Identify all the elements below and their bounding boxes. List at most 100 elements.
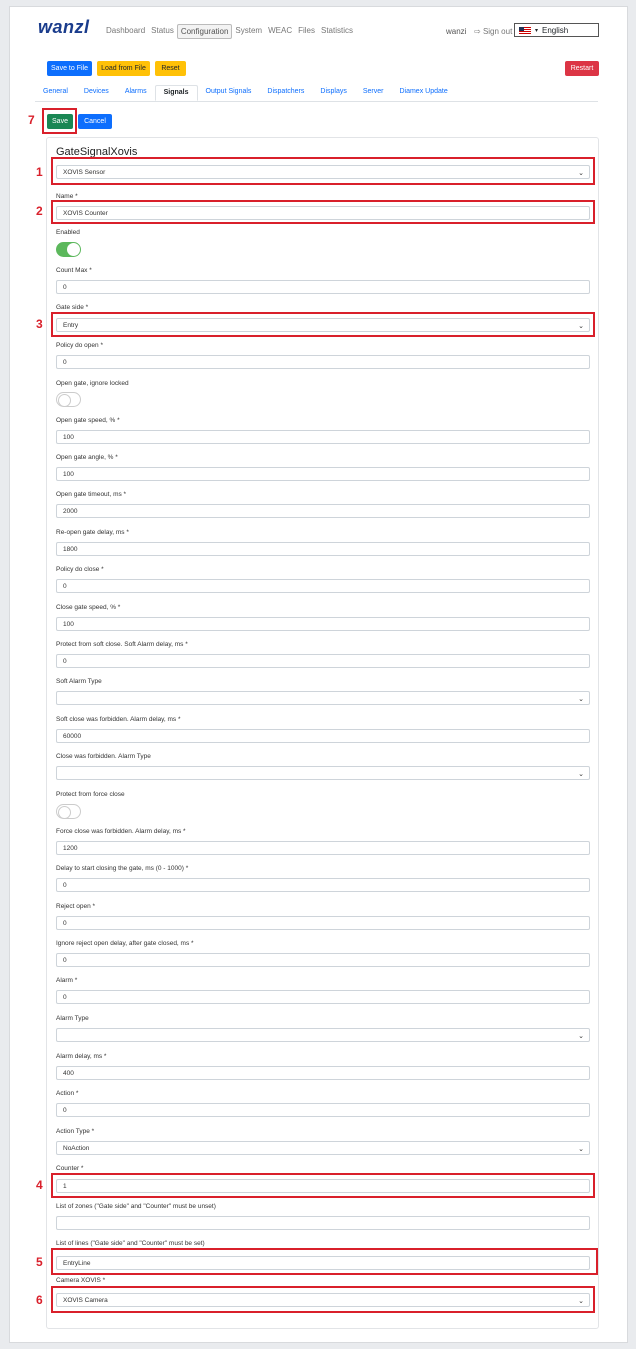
nav-files[interactable]: Files (295, 24, 318, 39)
enabled-toggle[interactable] (56, 242, 81, 257)
open-timeout-value: 2000 (63, 507, 78, 515)
language-select[interactable]: ▾ English (514, 23, 599, 37)
camera-label: Camera XOVIS * (56, 1277, 106, 1284)
gate-side-label: Gate side * (56, 304, 89, 311)
restart-button[interactable]: Restart (565, 61, 599, 76)
reset-button[interactable]: Reset (155, 61, 186, 76)
caret-down-icon: ▾ (535, 27, 539, 34)
nav-dashboard[interactable]: Dashboard (103, 24, 148, 39)
alarm-type-select[interactable]: ⌄ (56, 1028, 590, 1042)
open-angle-label: Open gate angle, % * (56, 454, 118, 461)
lines-label: List of lines ("Gate side" and "Counter"… (56, 1240, 205, 1247)
annotation-6: 6 (36, 1293, 43, 1307)
action-label: Action * (56, 1090, 79, 1097)
soft-close-delay-value: 0 (63, 657, 67, 665)
tab-general[interactable]: General (35, 85, 76, 101)
start-close-delay-input[interactable]: 0 (56, 878, 590, 892)
highlight-box-3 (51, 312, 595, 337)
count-max-input[interactable]: 0 (56, 280, 590, 294)
open-timeout-input[interactable]: 2000 (56, 504, 590, 518)
alarm-value: 0 (63, 993, 67, 1001)
annotation-1: 1 (36, 165, 43, 179)
open-timeout-label: Open gate timeout, ms * (56, 491, 127, 498)
soft-close-delay-input[interactable]: 0 (56, 654, 590, 668)
main-nav: Dashboard Status Configuration System WE… (103, 24, 356, 39)
tab-output-signals[interactable]: Output Signals (198, 85, 260, 101)
soft-forbidden-delay-value: 60000 (63, 732, 82, 740)
action-type-value: NoAction (63, 1144, 90, 1152)
ignore-reject-delay-input[interactable]: 0 (56, 953, 590, 967)
open-angle-value: 100 (63, 470, 74, 478)
ignore-locked-toggle[interactable] (56, 392, 81, 407)
close-forbidden-type-select[interactable]: ⌄ (56, 766, 590, 780)
action-type-select[interactable]: NoAction ⌄ (56, 1141, 590, 1155)
language-label: English (542, 25, 569, 35)
force-close-toggle[interactable] (56, 804, 81, 819)
policy-close-label: Policy do close * (56, 566, 104, 573)
tab-displays[interactable]: Displays (312, 85, 354, 101)
reject-open-value: 0 (63, 919, 67, 927)
action-value: 0 (63, 1106, 67, 1114)
policy-close-input[interactable]: 0 (56, 579, 590, 593)
chevron-down-icon: ⌄ (578, 1146, 584, 1153)
reopen-delay-label: Re-open gate delay, ms * (56, 529, 129, 536)
alarm-delay-input[interactable]: 400 (56, 1066, 590, 1080)
wanzl-logo[interactable]: wanzl (38, 17, 90, 38)
zones-input[interactable] (56, 1216, 590, 1230)
reopen-delay-input[interactable]: 1800 (56, 542, 590, 556)
soft-alarm-type-label: Soft Alarm Type (56, 678, 102, 685)
alarm-input[interactable]: 0 (56, 990, 590, 1004)
ignore-locked-label: Open gate, ignore locked (56, 380, 129, 387)
nav-configuration[interactable]: Configuration (176, 24, 233, 39)
counter-label: Counter * (56, 1165, 84, 1172)
chevron-down-icon: ⌄ (578, 696, 584, 703)
chevron-down-icon: ⌄ (578, 1033, 584, 1040)
tab-dispatchers[interactable]: Dispatchers (259, 85, 312, 101)
soft-forbidden-delay-input[interactable]: 60000 (56, 729, 590, 743)
cancel-button[interactable]: Cancel (78, 114, 112, 129)
highlight-box-7 (42, 108, 77, 134)
policy-open-label: Policy do open * (56, 342, 103, 349)
tab-signals[interactable]: Signals (154, 85, 198, 101)
alarm-type-label: Alarm Type (56, 1015, 89, 1022)
force-forbidden-delay-input[interactable]: 1200 (56, 841, 590, 855)
start-close-delay-label: Delay to start closing the gate, ms (0 -… (56, 865, 189, 872)
tab-server[interactable]: Server (355, 85, 392, 101)
sign-out-link[interactable]: ⇨ Sign out (474, 27, 512, 36)
force-forbidden-delay-value: 1200 (63, 844, 78, 852)
chevron-down-icon: ⌄ (578, 771, 584, 778)
enabled-label: Enabled (56, 229, 80, 236)
policy-open-input[interactable]: 0 (56, 355, 590, 369)
count-max-value: 0 (63, 283, 67, 291)
tab-diamex-update[interactable]: Diamex Update (391, 85, 455, 101)
nav-status[interactable]: Status (148, 24, 177, 39)
highlight-box-6 (51, 1286, 595, 1313)
count-max-label: Count Max * (56, 267, 92, 274)
close-speed-label: Close gate speed, % * (56, 604, 121, 611)
tab-alarms[interactable]: Alarms (117, 85, 155, 101)
nav-system[interactable]: System (232, 24, 265, 39)
action-input[interactable]: 0 (56, 1103, 590, 1117)
open-speed-input[interactable]: 100 (56, 430, 590, 444)
open-speed-value: 100 (63, 433, 74, 441)
reject-open-input[interactable]: 0 (56, 916, 590, 930)
close-speed-input[interactable]: 100 (56, 617, 590, 631)
sign-out-label: Sign out (482, 27, 513, 36)
nav-weac[interactable]: WEAC (265, 24, 295, 39)
policy-open-value: 0 (63, 358, 67, 366)
tab-devices[interactable]: Devices (76, 85, 117, 101)
open-angle-input[interactable]: 100 (56, 467, 590, 481)
reject-open-label: Reject open * (56, 903, 96, 910)
policy-close-value: 0 (63, 582, 67, 590)
save-to-file-button[interactable]: Save to File (47, 61, 92, 76)
soft-alarm-type-select[interactable]: ⌄ (56, 691, 590, 705)
soft-forbidden-delay-label: Soft close was forbidden. Alarm delay, m… (56, 716, 181, 723)
alarm-delay-value: 400 (63, 1069, 74, 1077)
load-from-file-button[interactable]: Load from File (97, 61, 150, 76)
start-close-delay-value: 0 (63, 881, 67, 889)
nav-statistics[interactable]: Statistics (318, 24, 356, 39)
annotation-4: 4 (36, 1178, 43, 1192)
ignore-reject-delay-value: 0 (63, 956, 67, 964)
alarm-label: Alarm * (56, 977, 78, 984)
user-name: wanzi (446, 27, 467, 36)
